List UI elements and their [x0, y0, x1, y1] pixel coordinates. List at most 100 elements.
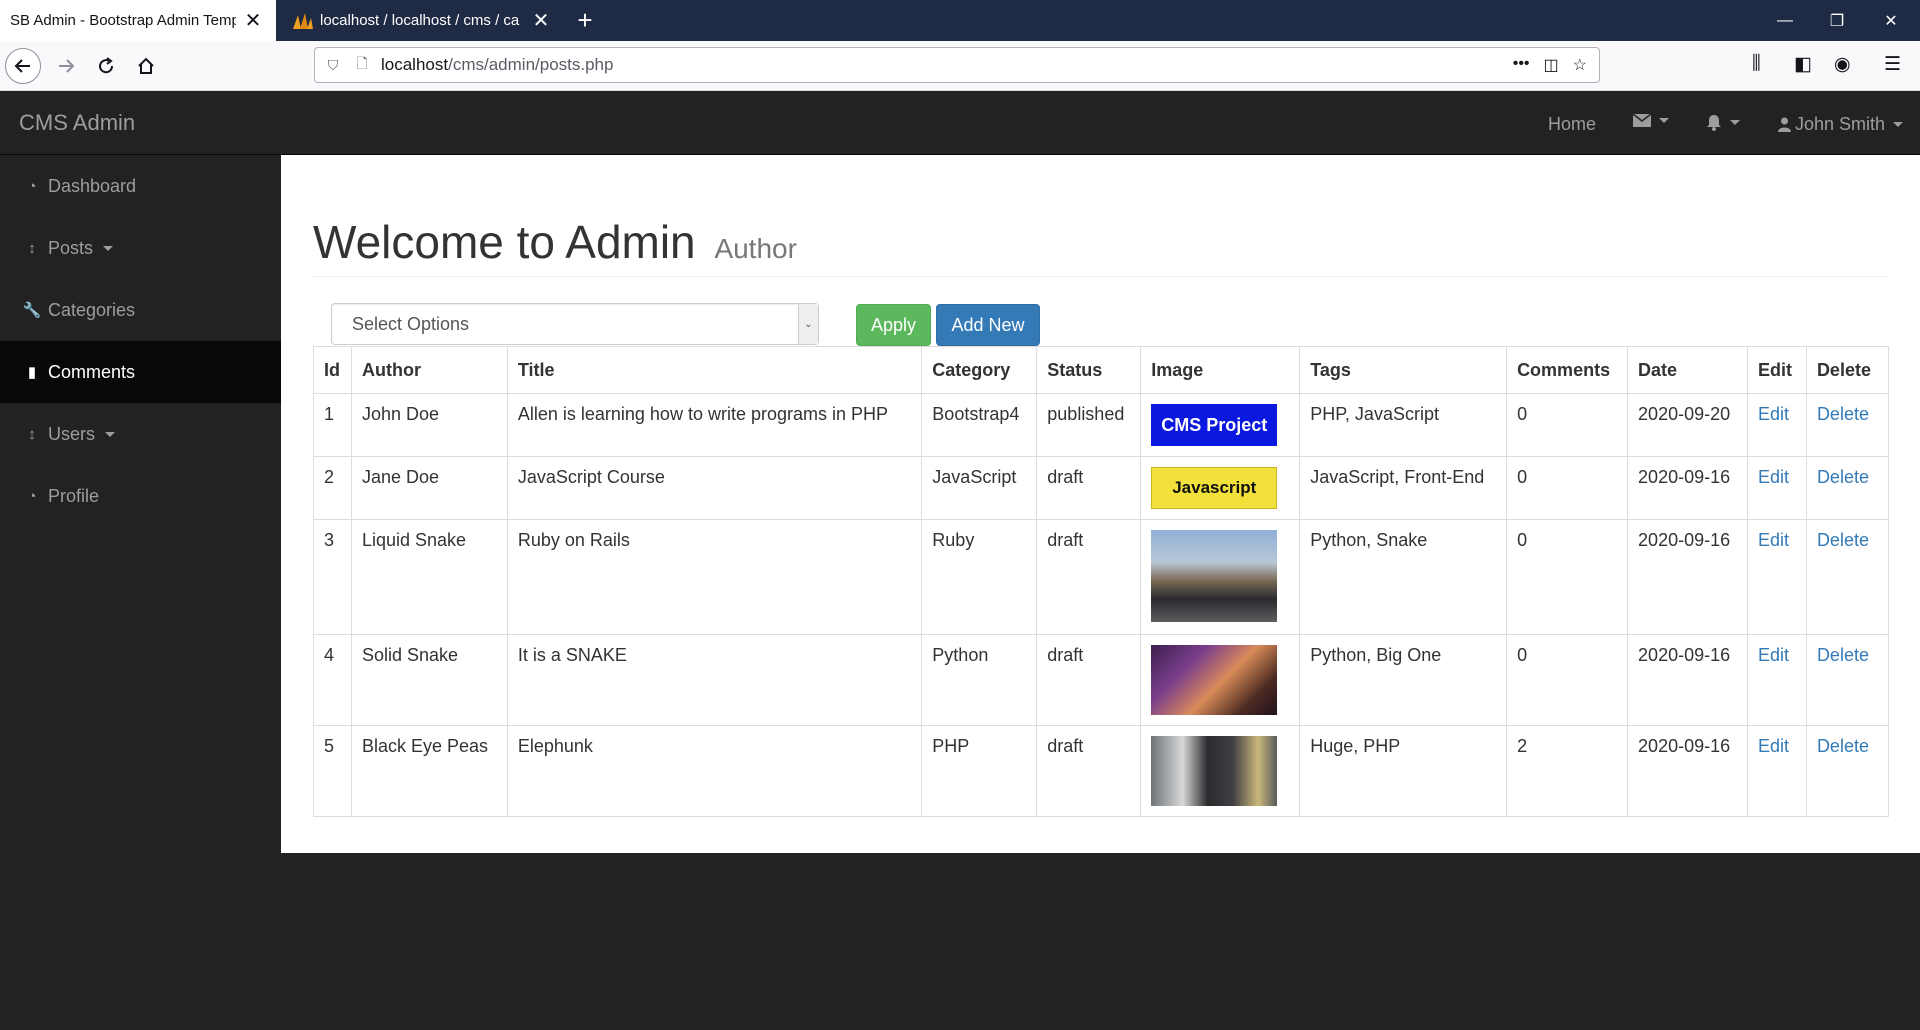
cell-image — [1140, 725, 1301, 817]
caret-down-icon — [1893, 122, 1904, 127]
sidebar-item-posts[interactable]: ↕ Posts — [0, 217, 281, 279]
cell-tags: PHP, JavaScript — [1299, 393, 1508, 457]
home-link[interactable]: Home — [1548, 114, 1596, 135]
sidebar-item-categories[interactable]: 🔧 Categories — [0, 279, 281, 341]
cell-category: Python — [921, 634, 1038, 726]
tab-close-icon[interactable]: ✕ — [530, 8, 552, 33]
cell-author: Black Eye Peas — [350, 725, 508, 817]
bookmark-star-icon[interactable]: ☆ — [1573, 55, 1587, 75]
caret-down-icon — [103, 245, 114, 251]
close-window-button[interactable]: ✕ — [1868, 0, 1914, 41]
delete-link[interactable]: Delete — [1817, 736, 1869, 756]
cell-image: CMS Project — [1140, 393, 1301, 457]
sidebar-item-label: Users — [48, 423, 96, 444]
cell-category: JavaScript — [921, 456, 1038, 520]
library-icon[interactable]: ⫼ — [1752, 53, 1761, 75]
edit-link[interactable]: Edit — [1758, 467, 1789, 487]
pocket-icon[interactable]: ◫ — [1544, 55, 1559, 75]
column-header: Edit — [1746, 346, 1807, 394]
cell-id: 2 — [313, 456, 352, 520]
column-header: Author — [350, 346, 508, 394]
account-icon[interactable]: ◉ — [1834, 53, 1851, 76]
user-dropdown[interactable]: John Smith — [1778, 114, 1904, 135]
delete-link[interactable]: Delete — [1817, 645, 1869, 665]
arrows-v-icon: ↕ — [28, 239, 36, 257]
apply-button[interactable]: Apply — [856, 304, 931, 346]
table-row: 3 Liquid Snake Ruby on Rails Ruby draft … — [313, 519, 1890, 635]
cell-edit: Edit — [1746, 725, 1807, 817]
edit-link[interactable]: Edit — [1758, 530, 1789, 550]
user-name: John Smith — [1795, 114, 1886, 134]
sidebar-item-label: Categories — [48, 299, 136, 320]
page-actions-icon[interactable]: ••• — [1513, 55, 1530, 75]
alerts-dropdown[interactable] — [1706, 114, 1740, 131]
cell-delete: Delete — [1805, 456, 1890, 520]
restore-button[interactable]: ❐ — [1814, 0, 1860, 41]
tab-title: SB Admin - Bootstrap Admin Temp — [10, 12, 236, 29]
sidebar-item-profile[interactable]: ◔ Profile — [0, 465, 281, 527]
browser-tab-bar: SB Admin - Bootstrap Admin Temp ✕ localh… — [0, 0, 1920, 41]
url-host: localhost — [381, 55, 449, 74]
cell-id: 4 — [313, 634, 352, 726]
forward-button[interactable] — [48, 48, 84, 84]
page-info-icon[interactable]: 🗋 — [353, 53, 371, 77]
sidebar-item-label: Profile — [48, 485, 100, 506]
minimize-button[interactable]: — — [1762, 0, 1808, 41]
cell-id: 3 — [313, 519, 352, 635]
chevron-down-icon: ⌄ — [798, 304, 818, 344]
cell-edit: Edit — [1746, 634, 1807, 726]
tab-phpmyadmin[interactable]: localhost / localhost / cms / ca ✕ — [282, 0, 564, 41]
file-icon: ▮ — [27, 364, 37, 381]
cell-comments: 0 — [1506, 393, 1629, 457]
tab-sb-admin[interactable]: SB Admin - Bootstrap Admin Temp ✕ — [0, 0, 276, 41]
cell-status: draft — [1036, 519, 1142, 635]
sidebar-item-comments[interactable]: ▮ Comments — [0, 341, 281, 403]
delete-link[interactable]: Delete — [1817, 530, 1869, 550]
caret-down-icon — [1659, 118, 1669, 123]
brand-link[interactable]: CMS Admin — [19, 110, 135, 136]
select-value: Select Options — [352, 313, 470, 334]
column-header: Id — [313, 346, 352, 394]
cell-category: PHP — [921, 725, 1038, 817]
post-image: Javascript — [1151, 467, 1278, 509]
table-row: 5 Black Eye Peas Elephunk PHP draft Huge… — [313, 725, 1890, 817]
home-icon — [138, 57, 154, 74]
tab-title: localhost / localhost / cms / ca — [320, 12, 520, 29]
cell-title: Ruby on Rails — [506, 519, 923, 635]
posts-table: Id Author Title Category Status Image Ta… — [313, 346, 1890, 817]
sidebar-toggle-icon[interactable]: ◧ — [1794, 53, 1812, 76]
menu-icon[interactable]: ☰ — [1884, 53, 1901, 76]
edit-link[interactable]: Edit — [1758, 645, 1789, 665]
phpmyadmin-logo-icon — [293, 12, 313, 29]
edit-link[interactable]: Edit — [1758, 404, 1789, 424]
cell-date: 2020-09-16 — [1627, 519, 1748, 635]
tab-close-icon[interactable]: ✕ — [242, 8, 264, 33]
cell-delete: Delete — [1805, 519, 1890, 635]
edit-link[interactable]: Edit — [1758, 736, 1789, 756]
cell-date: 2020-09-20 — [1627, 393, 1748, 457]
post-image — [1151, 530, 1278, 622]
tachometer-icon: ◔ — [27, 177, 37, 195]
column-header: Status — [1036, 346, 1142, 394]
sidebar-item-users[interactable]: ↕ Users — [0, 403, 281, 465]
reload-button[interactable] — [88, 48, 124, 84]
browser-nav-bar: ⛉ 🗋 localhost/cms/admin/posts.php ••• ◫ … — [0, 41, 1920, 91]
cell-tags: Python, Big One — [1299, 634, 1508, 726]
cell-delete: Delete — [1805, 725, 1890, 817]
messages-dropdown[interactable] — [1633, 114, 1669, 127]
delete-link[interactable]: Delete — [1817, 467, 1869, 487]
sidebar-item-dashboard[interactable]: ◔ Dashboard — [0, 155, 281, 217]
post-image: CMS Project — [1151, 404, 1278, 446]
new-tab-button[interactable]: + — [570, 4, 600, 36]
back-button[interactable] — [5, 48, 41, 84]
cell-edit: Edit — [1746, 519, 1807, 635]
delete-link[interactable]: Delete — [1817, 404, 1869, 424]
tracking-shield-icon[interactable]: ⛉ — [323, 57, 343, 74]
url-bar[interactable]: ⛉ 🗋 localhost/cms/admin/posts.php ••• ◫ … — [314, 47, 1600, 83]
home-button[interactable] — [128, 48, 164, 84]
cell-category: Bootstrap4 — [921, 393, 1038, 457]
cell-comments: 0 — [1506, 634, 1629, 726]
add-new-button[interactable]: Add New — [936, 304, 1040, 346]
cell-date: 2020-09-16 — [1627, 634, 1748, 726]
bulk-options-select[interactable]: Select Options ⌄ — [331, 303, 819, 345]
